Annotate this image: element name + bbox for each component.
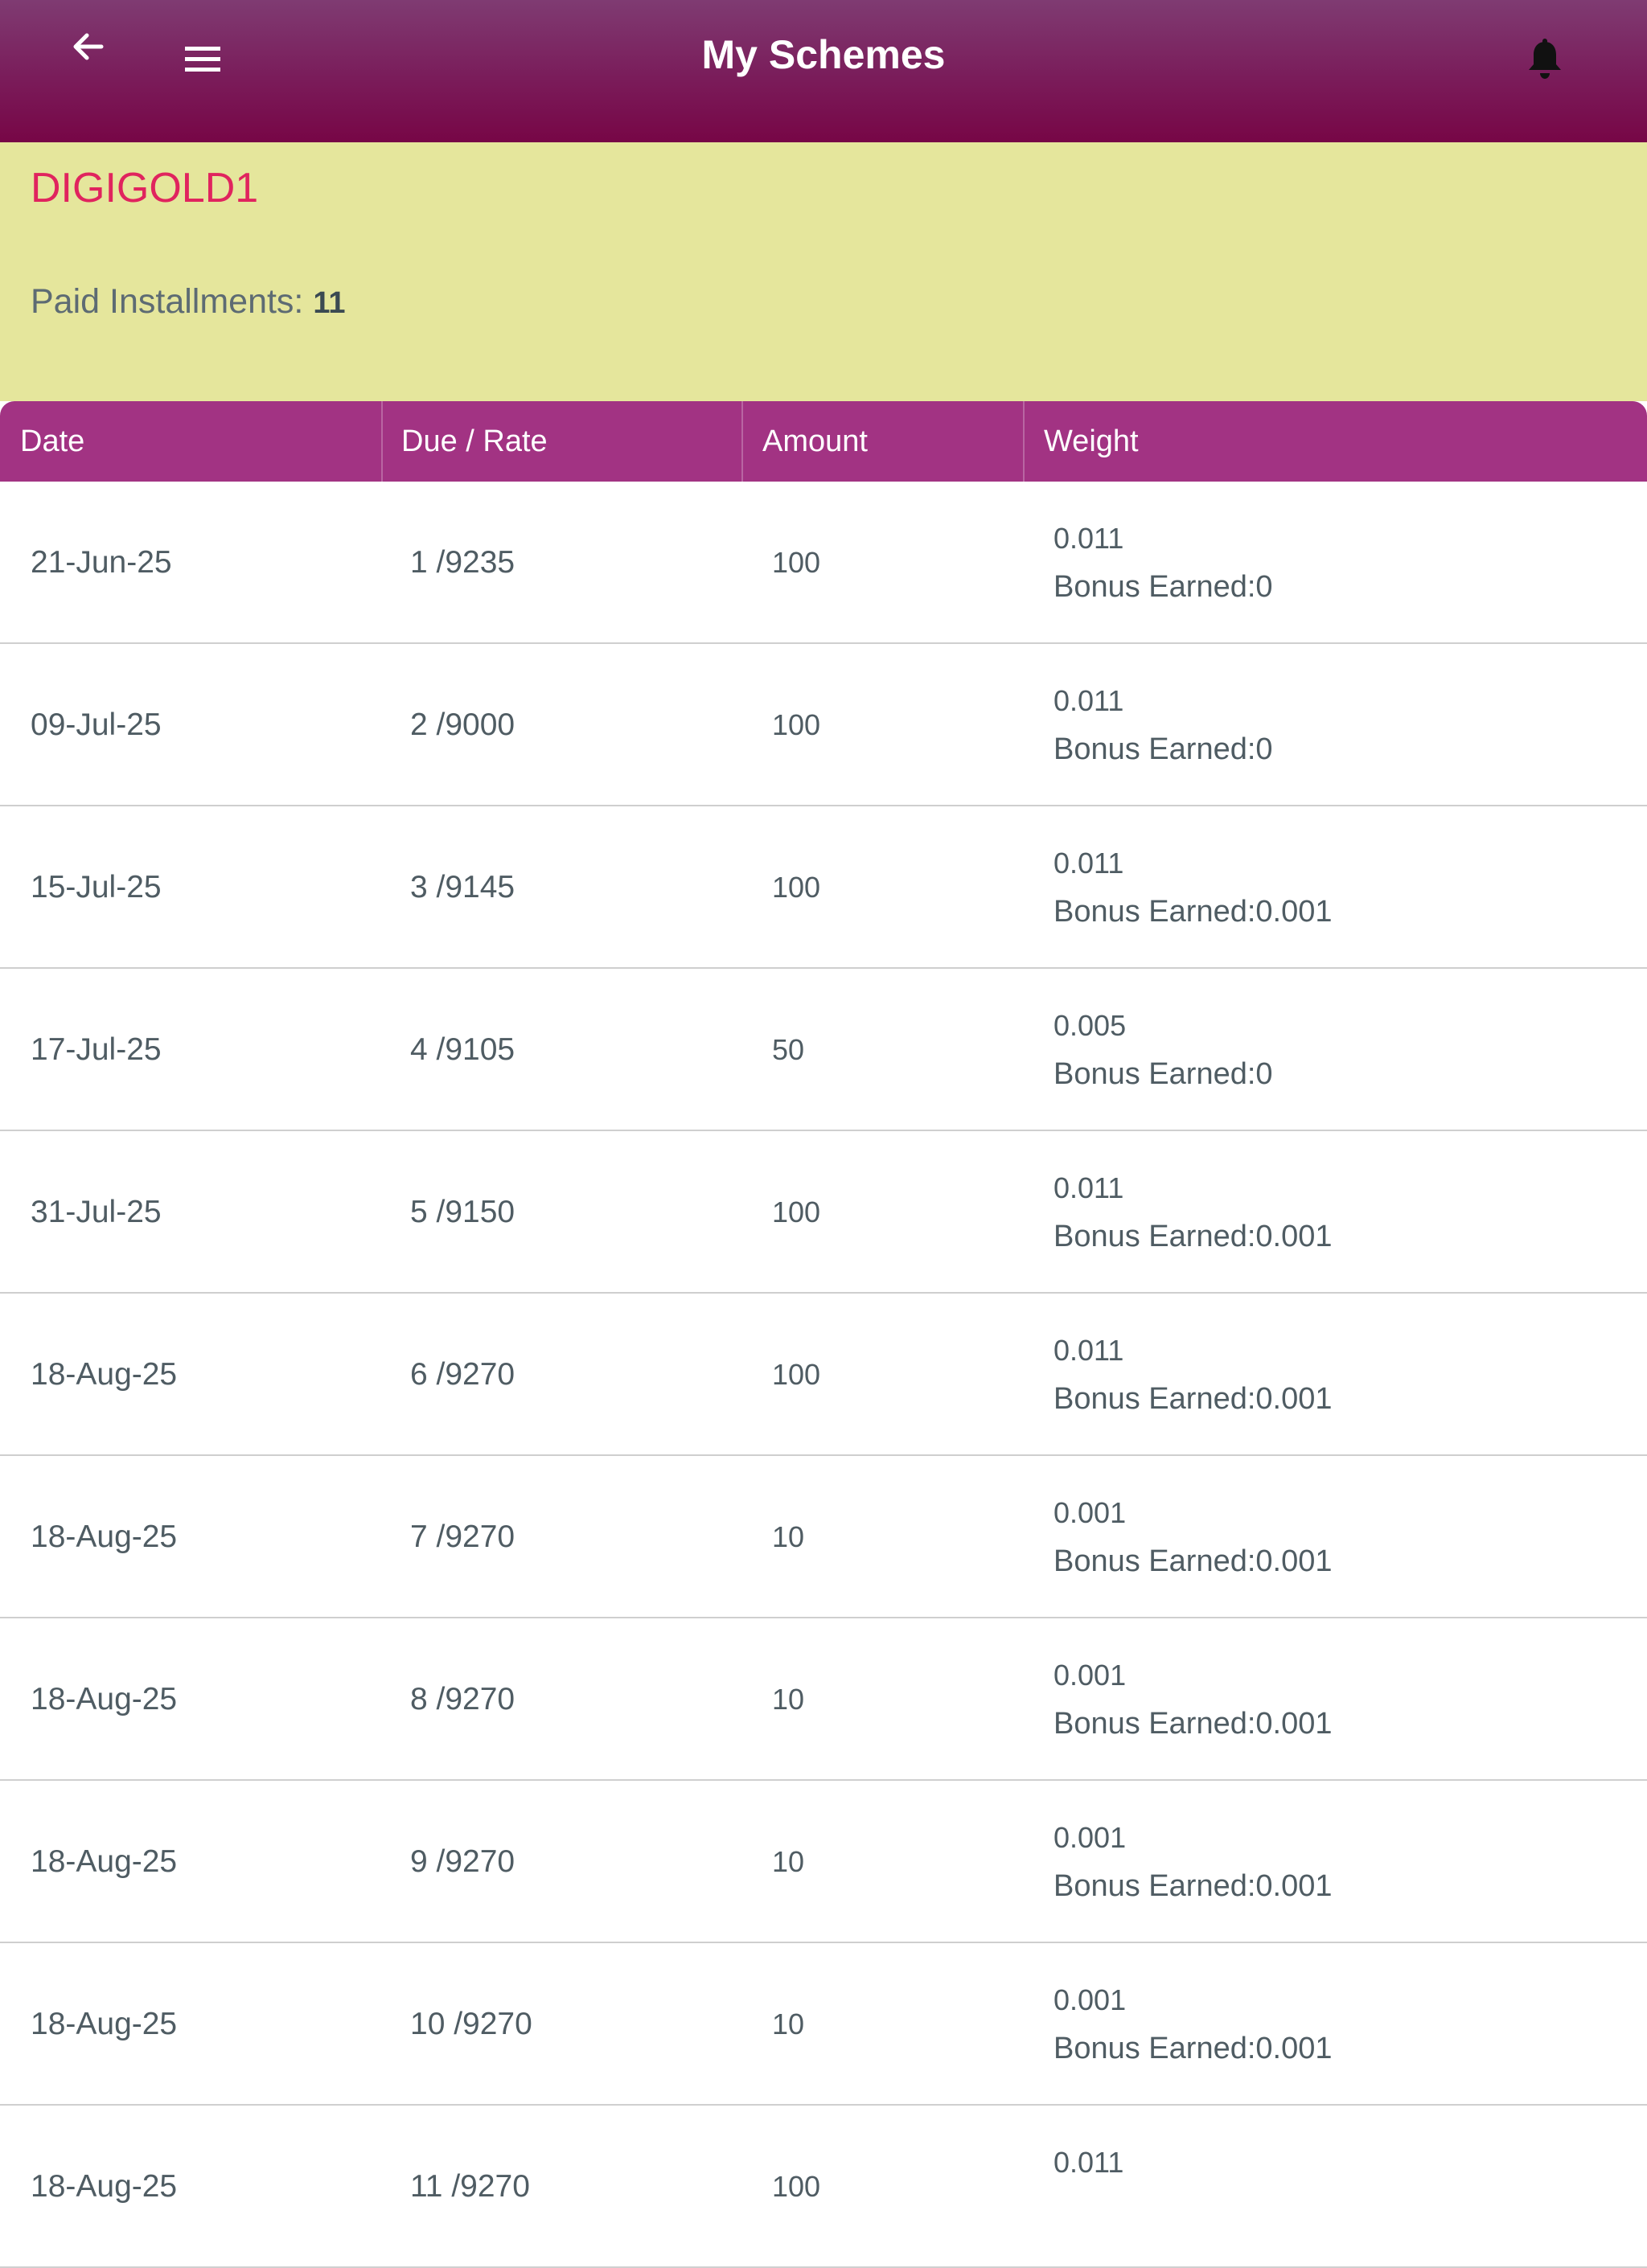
paid-installments-label: Paid Installments:: [31, 282, 304, 321]
table-row: 31-Jul-25 5 /9150 100 0.011 Bonus Earned:0.0…: [0, 1131, 1647, 1294]
cell-date: 18-Aug-25: [31, 1357, 178, 1392]
table-row: 18-Aug-25 6 /9270 100 0.011 Bonus Earned:0.0…: [0, 1294, 1647, 1456]
cell-due-rate: 4 /9105: [410, 1032, 515, 1067]
cell-bonus-earned: Bonus Earned:0.001: [1054, 1382, 1333, 1416]
table-row: 18-Aug-25 10 /9270 10 0.001 Bonus Earned:0.0…: [0, 1943, 1647, 2106]
cell-bonus-earned: Bonus Earned:0.001: [1054, 1544, 1333, 1578]
cell-date: 18-Aug-25: [31, 2169, 178, 2204]
column-header-weight: Weight: [1044, 424, 1139, 458]
cell-date: 18-Aug-25: [31, 1844, 178, 1879]
page-title: My Schemes: [701, 32, 946, 77]
cell-date: 09-Jul-25: [31, 707, 162, 742]
cell-due-rate: 1 /9235: [410, 545, 515, 580]
column-header-date: Date: [20, 424, 85, 458]
table-header: Date Due / Rate Amount Weight: [0, 401, 1647, 482]
column-header-due-rate: Due / Rate: [401, 424, 548, 458]
cell-due-rate: 2 /9000: [410, 707, 515, 742]
cell-due-rate: 3 /9145: [410, 870, 515, 904]
cell-due-rate: 11 /9270: [410, 2169, 530, 2204]
cell-bonus-earned: Bonus Earned:0: [1054, 1057, 1273, 1091]
cell-due-rate: 10 /9270: [410, 2007, 532, 2041]
cell-date: 18-Aug-25: [31, 1520, 178, 1554]
cell-bonus-earned: Bonus Earned:0: [1054, 570, 1273, 604]
cell-date: 18-Aug-25: [31, 1682, 178, 1716]
cell-weight: 0.001: [1054, 1496, 1127, 1529]
cell-amount: 100: [772, 708, 821, 741]
notifications-button[interactable]: [1525, 37, 1565, 82]
column-divider: [381, 401, 383, 482]
cell-bonus-earned: Bonus Earned:0.001: [1054, 1869, 1333, 1903]
table-row: 15-Jul-25 3 /9145 100 0.011 Bonus Earned:0.0…: [0, 806, 1647, 969]
cell-amount: 100: [772, 1358, 821, 1391]
cell-weight: 0.001: [1054, 1821, 1127, 1854]
cell-weight: 0.011: [1054, 2146, 1124, 2179]
cell-amount: 100: [772, 871, 821, 904]
cell-weight: 0.005: [1054, 1009, 1127, 1042]
cell-amount: 100: [772, 1196, 821, 1228]
cell-due-rate: 6 /9270: [410, 1357, 515, 1392]
cell-amount: 10: [772, 1520, 805, 1553]
app-header: My Schemes: [0, 0, 1647, 142]
installments-table-body: 21-Jun-25 1 /9235 100 0.011 Bonus Earned:0 09…: [0, 482, 1647, 2268]
table-row: 09-Jul-25 2 /9000 100 0.011 Bonus Earned:0: [0, 644, 1647, 806]
scheme-name: DIGIGOLD1: [31, 165, 259, 211]
cell-date: 17-Jul-25: [31, 1032, 162, 1067]
cell-date: 21-Jun-25: [31, 545, 172, 580]
cell-weight: 0.001: [1054, 1983, 1127, 2016]
cell-due-rate: 8 /9270: [410, 1682, 515, 1716]
table-row: 18-Aug-25 11 /9270 100 0.011: [0, 2106, 1647, 2268]
notification-bell-icon: [1529, 39, 1561, 79]
cell-weight: 0.011: [1054, 522, 1124, 555]
scheme-summary: DIGIGOLD1 Paid Installments: 11: [0, 142, 1647, 401]
cell-weight: 0.011: [1054, 1171, 1124, 1204]
cell-amount: 10: [772, 2008, 805, 2040]
cell-amount: 10: [772, 1683, 805, 1716]
cell-date: 31-Jul-25: [31, 1195, 162, 1229]
column-divider: [1023, 401, 1025, 482]
column-header-amount: Amount: [762, 424, 868, 458]
table-row: 21-Jun-25 1 /9235 100 0.011 Bonus Earned:0: [0, 482, 1647, 644]
cell-weight: 0.011: [1054, 847, 1124, 880]
table-row: 17-Jul-25 4 /9105 50 0.005 Bonus Earned:0: [0, 969, 1647, 1131]
cell-bonus-earned: Bonus Earned:0.001: [1054, 1220, 1333, 1253]
cell-due-rate: 5 /9150: [410, 1195, 515, 1229]
cell-bonus-earned: Bonus Earned:0.001: [1054, 2032, 1333, 2065]
cell-amount: 50: [772, 1033, 805, 1066]
cell-amount: 100: [772, 546, 821, 579]
cell-weight: 0.001: [1054, 1659, 1127, 1692]
cell-amount: 100: [772, 2170, 821, 2203]
cell-weight: 0.011: [1054, 684, 1124, 717]
cell-date: 18-Aug-25: [31, 2007, 178, 2041]
table-row: 18-Aug-25 7 /9270 10 0.001 Bonus Earned:0.00…: [0, 1456, 1647, 1618]
cell-amount: 10: [772, 1845, 805, 1878]
cell-due-rate: 7 /9270: [410, 1520, 515, 1554]
cell-due-rate: 9 /9270: [410, 1844, 515, 1879]
cell-weight: 0.011: [1054, 1334, 1124, 1367]
table-row: 18-Aug-25 8 /9270 10 0.001 Bonus Earned:0.00…: [0, 1618, 1647, 1781]
table-row: 18-Aug-25 9 /9270 10 0.001 Bonus Earned:0.00…: [0, 1781, 1647, 1943]
paid-installments: Paid Installments: 11: [31, 281, 346, 324]
paid-installments-count: 11: [313, 286, 346, 320]
cell-date: 15-Jul-25: [31, 870, 162, 904]
cell-bonus-earned: Bonus Earned:0.001: [1054, 895, 1333, 929]
column-divider: [741, 401, 743, 482]
cell-bonus-earned: Bonus Earned:0: [1054, 732, 1273, 766]
cell-bonus-earned: Bonus Earned:0.001: [1054, 1707, 1333, 1741]
